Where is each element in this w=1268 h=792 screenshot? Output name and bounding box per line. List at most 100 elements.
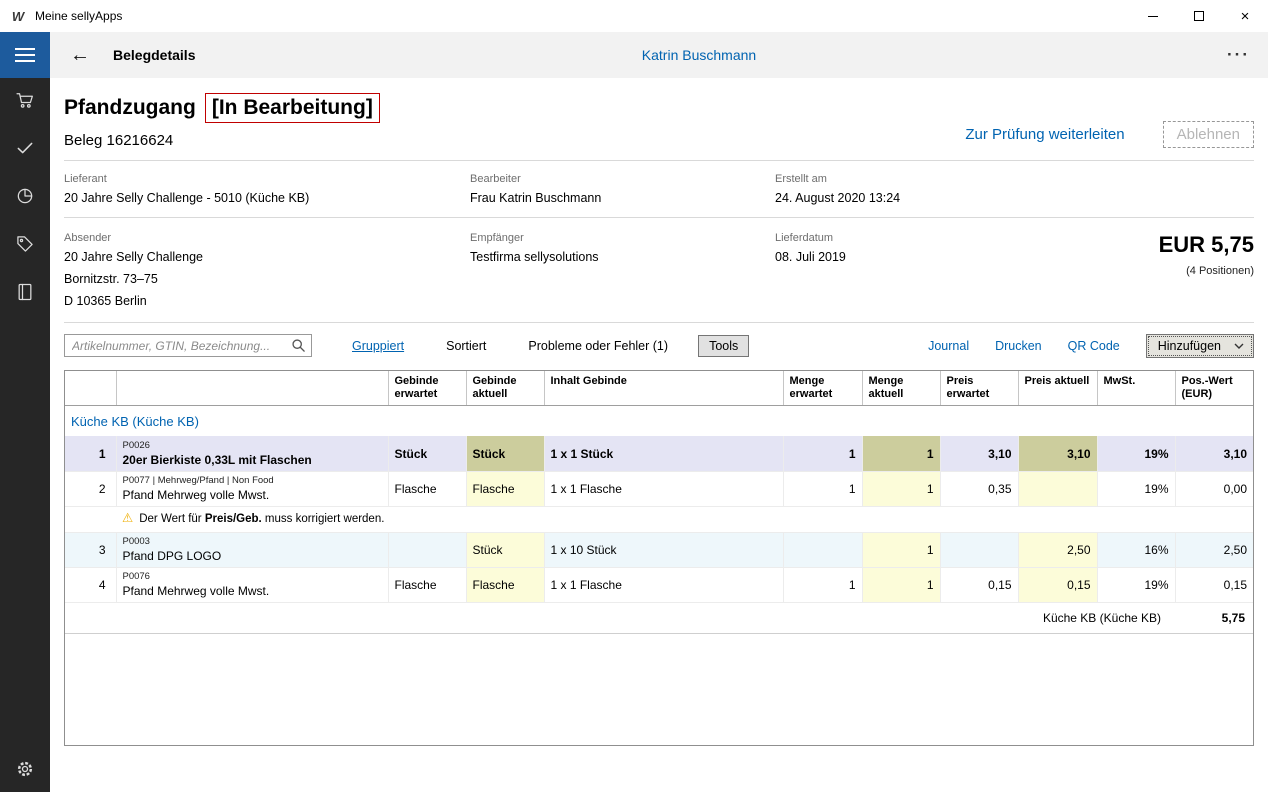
reject-button[interactable]: Ablehnen [1162, 121, 1254, 148]
cell-preis-erwartet: 3,10 [940, 436, 1019, 472]
cell-artikel: P0003 Pfand DPG LOGO [116, 532, 389, 568]
cell-preis-aktuell[interactable]: 3,10 [1018, 436, 1098, 472]
cell-mwst: 19% [1097, 567, 1176, 603]
chevron-down-icon [1234, 343, 1244, 349]
address-line: Bornitzstr. 73–75 [64, 272, 158, 286]
field-value: 20 Jahre Selly Challenge - 5010 (Küche K… [64, 191, 310, 205]
gruppiert-toggle[interactable]: Gruppiert [352, 339, 404, 353]
artikel-code: P0003 [122, 536, 150, 548]
cell-row-number: 2 [65, 471, 117, 507]
cell-artikel: P0076 Pfand Mehrweg volle Mwst. [116, 567, 389, 603]
cell-preis-erwartet: 0,15 [940, 567, 1019, 603]
book-icon [18, 283, 32, 301]
cell-menge-aktuell[interactable]: 1 [862, 567, 941, 603]
window-title: Meine sellyApps [35, 9, 123, 23]
address-line: D 10365 Berlin [64, 294, 147, 308]
cell-pos-wert: 0,00 [1175, 471, 1253, 507]
cell-gebinde-aktuell[interactable]: Stück [466, 436, 545, 472]
cell-preis-aktuell[interactable]: 2,50 [1018, 532, 1098, 568]
hinzufuegen-button[interactable]: Hinzufügen [1145, 333, 1254, 358]
field-value: 20 Jahre Selly Challenge [64, 250, 203, 264]
info-field-empfaenger: Empfänger Testfirma sellysolutions [470, 232, 775, 308]
back-button[interactable]: ← [70, 45, 90, 65]
group-footer-value: 5,75 [1175, 601, 1253, 634]
gear-icon [17, 761, 33, 777]
sidebar-item-pricing[interactable] [15, 234, 35, 254]
drucken-link[interactable]: Drucken [995, 339, 1042, 353]
cell-inhalt-gebinde: 1 x 1 Flasche [544, 567, 784, 603]
field-label: Bearbeiter [470, 173, 521, 185]
page-header: ← Belegdetails Katrin Buschmann ··· [50, 32, 1268, 78]
warning-icon: ⚠ [122, 510, 134, 525]
positions-table: Gebinde erwartet Gebinde aktuell Inhalt … [65, 371, 1253, 634]
sidebar-item-approvals[interactable] [15, 138, 35, 158]
cell-gebinde-erwartet: Flasche [388, 567, 467, 603]
search-input[interactable] [64, 334, 312, 357]
table-row[interactable]: 1 P0026 20er Bierkiste 0,33L mit Flasche… [65, 436, 1253, 472]
cell-menge-erwartet [783, 532, 863, 568]
hamburger-menu-button[interactable] [0, 32, 50, 78]
sidebar-item-orders[interactable] [15, 90, 35, 110]
probleme-filter[interactable]: Probleme oder Fehler (1) [528, 339, 668, 353]
user-name-link[interactable]: Katrin Buschmann [642, 47, 756, 63]
warning-row: ⚠ Der Wert für Preis/Geb. muss korrigiert… [65, 506, 1253, 533]
cell-inhalt-gebinde: 1 x 1 Flasche [544, 471, 784, 507]
minimize-button[interactable] [1130, 0, 1176, 32]
col-header-gebinde-erwartet: Gebinde erwartet [388, 371, 467, 407]
group-header-row: Küche KB (Küche KB) [65, 406, 1253, 437]
cell-row-number: 4 [65, 567, 117, 603]
cell-empty [65, 506, 116, 533]
info-field-bearbeiter: Bearbeiter Frau Katrin Buschmann [470, 173, 775, 205]
cell-preis-erwartet: 0,35 [940, 471, 1019, 507]
cell-preis-aktuell[interactable]: 0,15 [1018, 567, 1098, 603]
table-header-row: Gebinde erwartet Gebinde aktuell Inhalt … [65, 371, 1253, 407]
field-value: Frau Katrin Buschmann [470, 191, 602, 205]
field-label: Lieferant [64, 173, 107, 185]
cell-gebinde-aktuell[interactable]: Flasche [466, 471, 545, 507]
col-header-artikel [116, 371, 389, 407]
sidebar-item-catalog[interactable] [15, 282, 35, 302]
maximize-icon [1194, 11, 1204, 21]
table-row[interactable]: 2 P0077 | Mehrweg/Pfand | Non Food Pfand… [65, 471, 1253, 507]
cell-menge-aktuell[interactable]: 1 [862, 471, 941, 507]
sidebar-item-settings[interactable] [15, 759, 35, 779]
artikel-name: Pfand Mehrweg volle Mwst. [122, 488, 270, 503]
info-field-absender: Absender 20 Jahre Selly Challenge Bornit… [64, 232, 470, 308]
cell-gebinde-aktuell[interactable]: Stück [466, 532, 545, 568]
search-icon[interactable] [291, 338, 306, 353]
journal-link[interactable]: Journal [928, 339, 969, 353]
col-header-mwst: MwSt. [1097, 371, 1176, 407]
page-title: Belegdetails [113, 47, 196, 63]
close-button[interactable]: × [1222, 0, 1268, 32]
qr-code-link[interactable]: QR Code [1068, 339, 1120, 353]
cell-gebinde-aktuell[interactable]: Flasche [466, 567, 545, 603]
document-number: Beleg 16216624 [64, 132, 174, 149]
table-row[interactable]: 3 P0003 Pfand DPG LOGO Stück 1 x 10 Stüc… [65, 532, 1253, 568]
info-field-lieferdatum: Lieferdatum 08. Juli 2019 [775, 232, 1015, 308]
cell-preis-aktuell[interactable] [1018, 471, 1098, 507]
cell-menge-aktuell[interactable]: 1 [862, 532, 941, 568]
cell-artikel: P0077 | Mehrweg/Pfand | Non Food Pfand M… [116, 471, 389, 507]
field-label: Lieferdatum [775, 232, 834, 244]
forward-for-review-link[interactable]: Zur Prüfung weiterleiten [965, 126, 1124, 143]
info-field-erstellt-am: Erstellt am 24. August 2020 13:24 [775, 173, 1254, 205]
cell-inhalt-gebinde: 1 x 1 Stück [544, 436, 784, 472]
tag-icon [17, 236, 33, 252]
tools-button[interactable]: Tools [698, 334, 750, 357]
document-title: Pfandzugang [64, 96, 196, 119]
table-row[interactable]: 4 P0076 Pfand Mehrweg volle Mwst. Flasch… [65, 567, 1253, 603]
field-value: 24. August 2020 13:24 [775, 191, 901, 205]
cell-mwst: 16% [1097, 532, 1176, 568]
cell-pos-wert: 2,50 [1175, 532, 1253, 568]
cell-inhalt-gebinde: 1 x 10 Stück [544, 532, 784, 568]
cell-menge-erwartet: 1 [783, 471, 863, 507]
sidebar-item-reports[interactable] [15, 186, 35, 206]
check-icon [17, 142, 33, 154]
cell-menge-aktuell[interactable]: 1 [862, 436, 941, 472]
more-options-button[interactable]: ··· [1227, 45, 1250, 65]
positions-table-container: Gebinde erwartet Gebinde aktuell Inhalt … [64, 370, 1254, 746]
maximize-button[interactable] [1176, 0, 1222, 32]
field-value: 08. Juli 2019 [775, 250, 846, 264]
sortiert-toggle[interactable]: Sortiert [446, 339, 486, 353]
cell-row-number: 3 [65, 532, 117, 568]
